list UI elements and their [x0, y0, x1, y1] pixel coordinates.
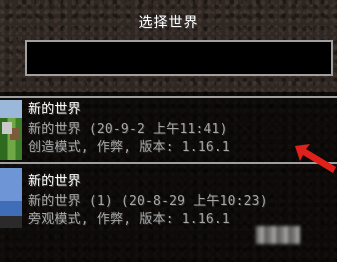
red-arrow-icon	[295, 144, 336, 173]
world-detail: 新的世界 (20-9-2 上午11:41)	[28, 122, 228, 137]
world-entry[interactable]: 新的世界 新的世界 (1) (20-8-29 上午10:23) 旁观模式, 作弊…	[0, 168, 337, 234]
world-thumbnail[interactable]	[0, 100, 22, 160]
world-info: 创造模式, 作弊, 版本: 1.16.1	[28, 140, 230, 155]
search-input[interactable]	[25, 40, 333, 76]
world-name: 新的世界	[28, 174, 81, 189]
world-thumbnail[interactable]	[0, 168, 22, 228]
world-entry-selected[interactable]: 新的世界 新的世界 (20-9-2 上午11:41) 创造模式, 作弊, 版本:…	[0, 96, 337, 164]
screen-title: 选择世界	[138, 15, 199, 31]
world-name: 新的世界	[28, 102, 81, 117]
world-detail: 新的世界 (1) (20-8-29 上午10:23)	[28, 194, 268, 209]
world-info: 旁观模式, 作弊, 版本: 1.16.1	[28, 212, 230, 227]
blurred-watermark	[256, 226, 300, 244]
